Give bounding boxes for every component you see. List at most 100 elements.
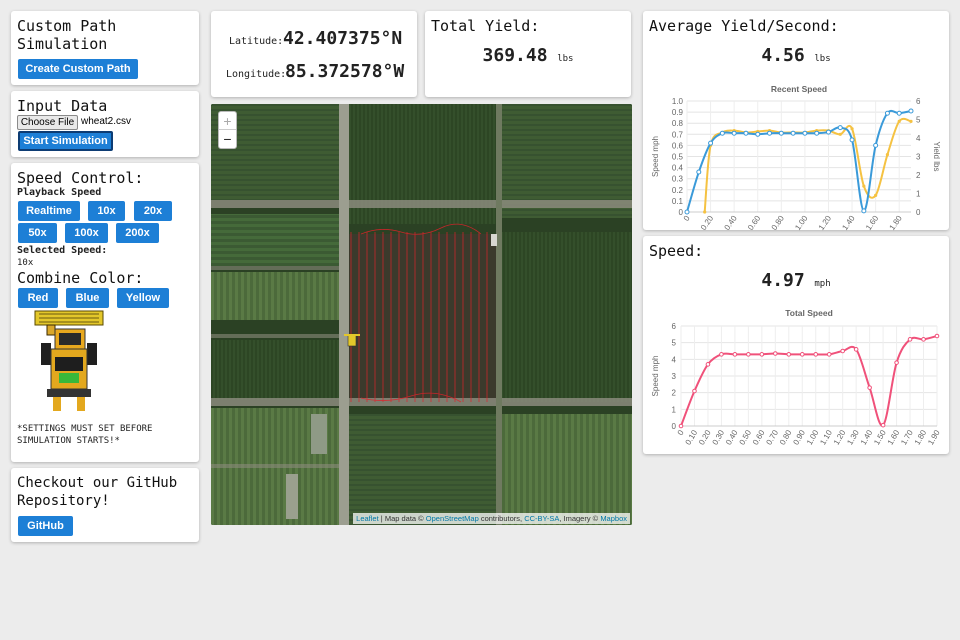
y2-tick-label: 4 — [916, 134, 921, 143]
combine-color-title: Combine Color: — [17, 269, 144, 287]
longitude-label: Longitude: — [226, 69, 287, 80]
speed-point — [696, 169, 702, 175]
yield-point — [885, 153, 890, 157]
github-card: Checkout our GitHub Repository! GitHub — [11, 468, 199, 542]
map[interactable]: + − Leaflet | Map data © OpenStreetMap c… — [211, 104, 632, 525]
speed-button-100x[interactable]: 100x — [65, 223, 108, 243]
speed-button-realtime[interactable]: Realtime — [18, 201, 80, 221]
x-tick-label: 0.40 — [722, 214, 739, 231]
speed-point — [773, 351, 778, 356]
y-tick-label: 4 — [672, 355, 677, 364]
speed-point — [678, 423, 684, 429]
speed-button-10x[interactable]: 10x — [88, 201, 125, 221]
combine-path — [344, 223, 488, 403]
speed-control-card: Speed Control: Playback Speed Realtime 1… — [11, 163, 199, 462]
attribution-text-3: , Imagery © — [559, 514, 601, 523]
github-button[interactable]: GitHub — [18, 516, 73, 536]
y-tick-label: 0.2 — [672, 186, 684, 195]
x-tick-label: 1.80 — [913, 428, 929, 446]
choose-file-button[interactable]: Choose File — [17, 115, 78, 130]
speed-point — [867, 385, 872, 390]
x-tick-label: 1.80 — [888, 214, 905, 231]
map-attribution: Leaflet | Map data © OpenStreetMap contr… — [353, 513, 630, 524]
y2-tick-label: 0 — [916, 208, 921, 217]
x-tick-label: 1.00 — [793, 214, 810, 231]
average-yield-readout: 4.56 lbs — [643, 45, 949, 66]
y-tick-label: 0.6 — [672, 141, 684, 150]
total-yield-title: Total Yield: — [431, 17, 540, 35]
speed-card: Speed: 4.97 mph Total Speed 0 1 2 3 4 5 6 0 0.10 0… — [643, 236, 949, 454]
x-tick-label: 1.00 — [805, 428, 821, 446]
y2-tick-label: 3 — [916, 153, 921, 162]
speed-point — [692, 388, 697, 394]
attribution-text-1: | Map data © — [378, 514, 426, 523]
selected-speed-value: 10x — [17, 258, 34, 268]
speed-point — [873, 142, 879, 148]
yield-point — [862, 184, 866, 188]
x-tick-label: 0.90 — [791, 428, 807, 446]
speed-series-line — [686, 109, 912, 213]
speed-point — [799, 352, 805, 357]
speed-point — [826, 352, 832, 357]
color-button-yellow[interactable]: Yellow — [117, 288, 169, 308]
speed-button-50x[interactable]: 50x — [18, 223, 57, 243]
playback-speed-label: Playback Speed — [17, 187, 102, 198]
yield-point — [850, 127, 854, 131]
y2-tick-label: 6 — [916, 97, 921, 106]
y-tick-label: 1 — [672, 405, 677, 414]
start-simulation-button[interactable]: Start Simulation — [18, 131, 113, 151]
x-tick-label: 0.30 — [711, 428, 727, 446]
color-button-red[interactable]: Red — [18, 288, 58, 308]
create-custom-path-button[interactable]: Create Custom Path — [18, 59, 138, 79]
x-tick-label: 0.70 — [764, 428, 780, 446]
y-tick-label: 3 — [672, 372, 677, 381]
speed-point — [896, 110, 902, 116]
speed-point — [853, 347, 859, 352]
x-tick-label: 1.10 — [818, 428, 834, 446]
y-tick-label: 5 — [672, 339, 677, 348]
x-tick-label: 0.50 — [738, 428, 754, 446]
x-tick-label: 0.10 — [684, 428, 700, 446]
y2-tick-label: 2 — [916, 171, 921, 180]
attribution-text-2: contributors, — [478, 514, 525, 523]
speed-point — [684, 209, 690, 215]
selected-speed-label: Selected Speed: — [17, 245, 108, 256]
x-tick-label: 0 — [676, 428, 686, 437]
y-axis-label: Speed mph — [651, 136, 660, 177]
x-tick-label: 1.20 — [832, 428, 848, 446]
speed-button-200x[interactable]: 200x — [116, 223, 159, 243]
speed-point — [894, 360, 899, 365]
x-tick-label: 0.20 — [699, 214, 716, 231]
speed-point — [814, 130, 820, 136]
attribution-osm-link[interactable]: OpenStreetMap — [426, 514, 479, 523]
y-tick-label: 1.0 — [672, 97, 684, 106]
chart-title: Recent Speed — [771, 84, 827, 94]
speed-point — [861, 208, 867, 214]
speed-readout: 4.97 mph — [643, 270, 949, 291]
yield-point — [897, 119, 901, 123]
attribution-leaflet-link[interactable]: Leaflet — [356, 514, 379, 523]
recent-speed-chart: Recent Speed 0 0.1 0.2 0.3 0.4 0.5 0.6 0.7 0.8 0.9… — [651, 84, 941, 231]
speed-point — [840, 348, 845, 354]
y-tick-label: 0.9 — [672, 108, 684, 117]
chart-title: Total Speed — [785, 308, 833, 318]
speed-button-20x[interactable]: 20x — [134, 201, 172, 221]
zoom-in-button[interactable]: + — [219, 112, 236, 130]
x-tick-label: 1.60 — [886, 428, 902, 446]
x-tick-label: 1.60 — [864, 214, 881, 231]
latitude-value: 42.407375°N — [283, 28, 403, 49]
speed-title: Speed: — [649, 242, 704, 260]
yield-point — [838, 132, 842, 136]
color-button-blue[interactable]: Blue — [66, 288, 109, 308]
x-tick-label: 1.70 — [899, 428, 915, 446]
input-data-card: Input Data Choose File wheat2.csv Start … — [11, 91, 199, 157]
zoom-out-button[interactable]: − — [219, 130, 236, 148]
combine-harvester-image — [34, 310, 104, 411]
x-tick-label: 1.30 — [845, 428, 861, 446]
yield-point — [874, 193, 878, 197]
attribution-mapbox-link[interactable]: Mapbox — [600, 514, 627, 523]
yield-point — [909, 119, 913, 123]
y-tick-label: 6 — [672, 322, 677, 331]
attribution-cc-link[interactable]: CC-BY-SA — [524, 514, 559, 523]
x-tick-label: 0.80 — [770, 214, 787, 231]
